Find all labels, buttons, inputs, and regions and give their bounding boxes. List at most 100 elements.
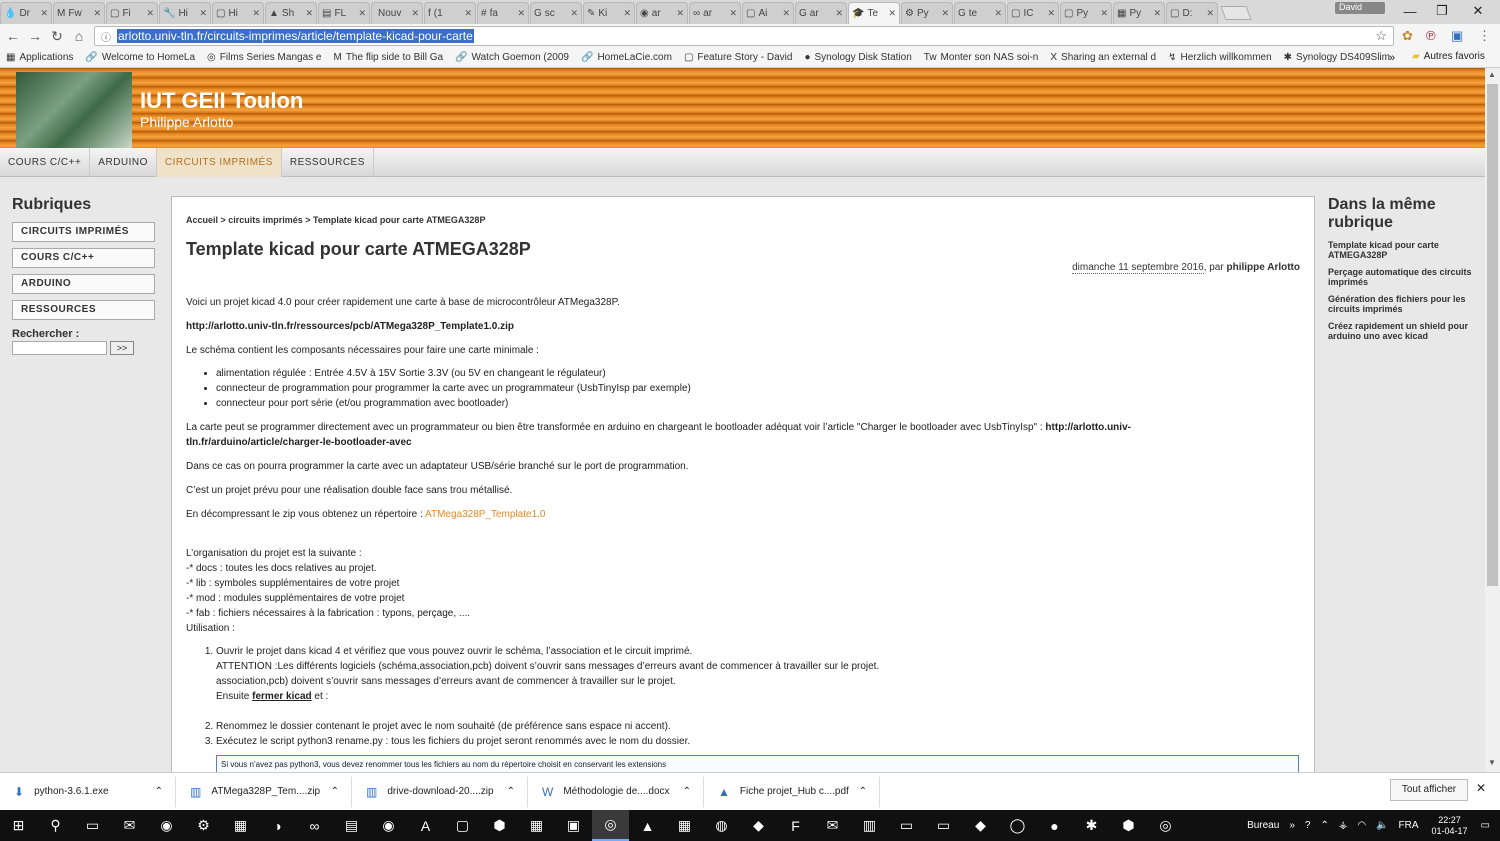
taskbar-app-icon[interactable]: ◆ xyxy=(962,810,999,841)
address-bar[interactable]: ⓘ arlotto.univ-tln.fr/circuits-imprimes/… xyxy=(94,26,1394,46)
tab-close-icon[interactable]: ✕ xyxy=(1100,8,1108,19)
close-download-bar-icon[interactable]: ✕ xyxy=(1476,781,1486,795)
bookmark[interactable]: ◎ Films Series Mangas e xyxy=(207,52,321,63)
chevron-up-icon[interactable]: ⌃ xyxy=(683,786,691,797)
taskbar-app-icon[interactable]: ▦ xyxy=(518,810,555,841)
search-button[interactable]: >> xyxy=(110,341,134,355)
page-scrollbar[interactable]: ▲ ▼ xyxy=(1485,68,1500,772)
taskbar-app-icon[interactable]: ▤ xyxy=(333,810,370,841)
browser-tab[interactable]: ▢ Py ✕ xyxy=(1060,2,1112,24)
taskbar-app-icon[interactable]: ✉ xyxy=(814,810,851,841)
site-title[interactable]: IUT GEII Toulon xyxy=(140,88,303,114)
tab-close-icon[interactable]: ✕ xyxy=(1153,8,1161,19)
download-item[interactable]: ▥ ATMega328P_Tem....zip ⌃ xyxy=(176,776,352,807)
rubrique-button[interactable]: RESSOURCES xyxy=(12,300,155,320)
taskbar-app-icon[interactable]: ◍ xyxy=(703,810,740,841)
bookmark[interactable]: Tw Monter son NAS soi-n xyxy=(924,52,1039,63)
tab-close-icon[interactable]: ✕ xyxy=(40,8,48,19)
author-name[interactable]: philippe Arlotto xyxy=(1226,262,1300,273)
browser-tab[interactable]: ▢ Ai ✕ xyxy=(742,2,794,24)
home-icon[interactable]: ⌂ xyxy=(68,28,90,44)
reload-icon[interactable]: ↻ xyxy=(46,28,68,45)
extension-icon[interactable]: ✿ xyxy=(1402,28,1413,44)
taskbar-app-icon[interactable]: ✉ xyxy=(111,810,148,841)
tab-close-icon[interactable]: ✕ xyxy=(729,8,737,19)
tab-close-icon[interactable]: ✕ xyxy=(835,8,843,19)
volume-icon[interactable]: 🔈 xyxy=(1376,820,1388,831)
tab-close-icon[interactable]: ✕ xyxy=(252,8,260,19)
taskbar-app-icon[interactable]: ▣ xyxy=(555,810,592,841)
taskbar-app-icon[interactable]: ▲ xyxy=(629,810,666,841)
tray-label[interactable]: Bureau xyxy=(1247,820,1279,831)
tab-close-icon[interactable]: ✕ xyxy=(1206,8,1214,19)
network-icon[interactable]: ⚶ xyxy=(1339,820,1348,831)
taskbar-app-icon[interactable]: ⬢ xyxy=(481,810,518,841)
browser-tab[interactable]: Gte ✕ xyxy=(954,2,1006,24)
taskbar-app-icon[interactable]: ◎ xyxy=(1147,810,1184,841)
other-bookmarks[interactable]: ▰ Autres favoris xyxy=(1412,51,1485,62)
browser-tab[interactable]: ▢ Hi ✕ xyxy=(212,2,264,24)
taskbar-app-icon[interactable]: ⚙ xyxy=(185,810,222,841)
browser-tab[interactable]: 🔧 Hi ✕ xyxy=(159,2,211,24)
scroll-thumb[interactable] xyxy=(1487,84,1498,586)
bookmark[interactable]: ↯ Herzlich willkommen xyxy=(1168,52,1272,63)
taskbar-app-icon[interactable]: ◉ xyxy=(370,810,407,841)
back-icon[interactable]: ← xyxy=(2,28,24,44)
taskbar-app-icon[interactable]: ▦ xyxy=(222,810,259,841)
browser-tab[interactable]: 🎓 Te ✕ xyxy=(848,2,900,24)
scroll-up-icon[interactable]: ▲ xyxy=(1488,70,1496,79)
taskbar-app-icon[interactable]: ▥ xyxy=(851,810,888,841)
taskbar-app-icon[interactable]: ▭ xyxy=(888,810,925,841)
download-item[interactable]: W Méthodologie de....docx ⌃ xyxy=(528,776,704,807)
related-article-link[interactable]: Template kicad pour carte ATMEGA328P xyxy=(1328,240,1473,260)
rubrique-button[interactable]: COURS C/C++ xyxy=(12,248,155,268)
download-item[interactable]: ▥ drive-download-20....zip ⌃ xyxy=(352,776,528,807)
taskbar-app-icon[interactable]: ◆ xyxy=(740,810,777,841)
browser-tab[interactable]: ▤ FL ✕ xyxy=(318,2,370,24)
browser-tab[interactable]: f (1 ✕ xyxy=(424,2,476,24)
search-input[interactable] xyxy=(12,341,107,355)
related-article-link[interactable]: Génération des fichiers pour les circuit… xyxy=(1328,294,1473,314)
tab-close-icon[interactable]: ✕ xyxy=(994,8,1002,19)
bookmark[interactable]: X Sharing an external d xyxy=(1050,52,1156,63)
taskbar-app-icon[interactable]: ● xyxy=(1036,810,1073,841)
chevron-up-icon[interactable]: ⌃ xyxy=(507,786,515,797)
bookmark[interactable]: 🔗 HomeLaCie.com xyxy=(581,52,672,63)
tab-close-icon[interactable]: ✕ xyxy=(1047,8,1055,19)
browser-tab[interactable]: ∞ ar ✕ xyxy=(689,2,741,24)
minimize-icon[interactable]: — xyxy=(1392,0,1428,22)
maximize-icon[interactable]: ❐ xyxy=(1424,0,1460,22)
rubrique-button[interactable]: ARDUINO xyxy=(12,274,155,294)
rubrique-button[interactable]: CIRCUITS IMPRIMÉS xyxy=(12,222,155,242)
star-icon[interactable]: ☆ xyxy=(1375,28,1387,44)
bookmark[interactable]: ● Synology Disk Station xyxy=(804,52,911,63)
forward-icon[interactable]: → xyxy=(24,28,46,44)
browser-tab[interactable]: ▢ IC ✕ xyxy=(1007,2,1059,24)
tab-close-icon[interactable]: ✕ xyxy=(941,8,949,19)
taskbar-app-icon[interactable]: F xyxy=(777,810,814,841)
browser-tab[interactable]: Gsc ✕ xyxy=(530,2,582,24)
nav-item[interactable]: ARDUINO xyxy=(90,148,157,177)
taskbar-app-icon[interactable]: ⬢ xyxy=(1110,810,1147,841)
language[interactable]: FRA xyxy=(1399,820,1419,831)
taskbar-app-icon[interactable]: ▢ xyxy=(444,810,481,841)
browser-tab[interactable]: ▦ Py ✕ xyxy=(1113,2,1165,24)
chevron-up-icon[interactable]: ⌃ xyxy=(1320,820,1328,831)
tab-close-icon[interactable]: ✕ xyxy=(464,8,472,19)
taskbar-app-icon[interactable]: ⚲ xyxy=(37,810,74,841)
taskbar-app-icon[interactable]: ⊞ xyxy=(0,810,37,841)
zip-url[interactable]: http://arlotto.univ-tln.fr/ressources/pc… xyxy=(186,319,1286,334)
bookmark[interactable]: ▦ Applications xyxy=(6,52,73,63)
help-icon[interactable]: ? xyxy=(1305,820,1311,831)
tab-close-icon[interactable]: ✕ xyxy=(517,8,525,19)
browser-tab[interactable]: Gar ✕ xyxy=(795,2,847,24)
chevron-up-icon[interactable]: ⌃ xyxy=(331,786,339,797)
tray-more[interactable]: » xyxy=(1289,820,1295,831)
bookmark[interactable]: 🔗 Watch Goemon (2009 xyxy=(455,52,569,63)
profile-badge[interactable]: David xyxy=(1335,2,1385,14)
browser-tab[interactable]: ✎ Ki ✕ xyxy=(583,2,635,24)
taskbar-app-icon[interactable]: ▭ xyxy=(925,810,962,841)
browser-tab[interactable]: ⚙ Py ✕ xyxy=(901,2,953,24)
browser-tab[interactable]: 💧 Dr ✕ xyxy=(0,2,52,24)
info-icon[interactable]: ⓘ xyxy=(101,29,111,44)
